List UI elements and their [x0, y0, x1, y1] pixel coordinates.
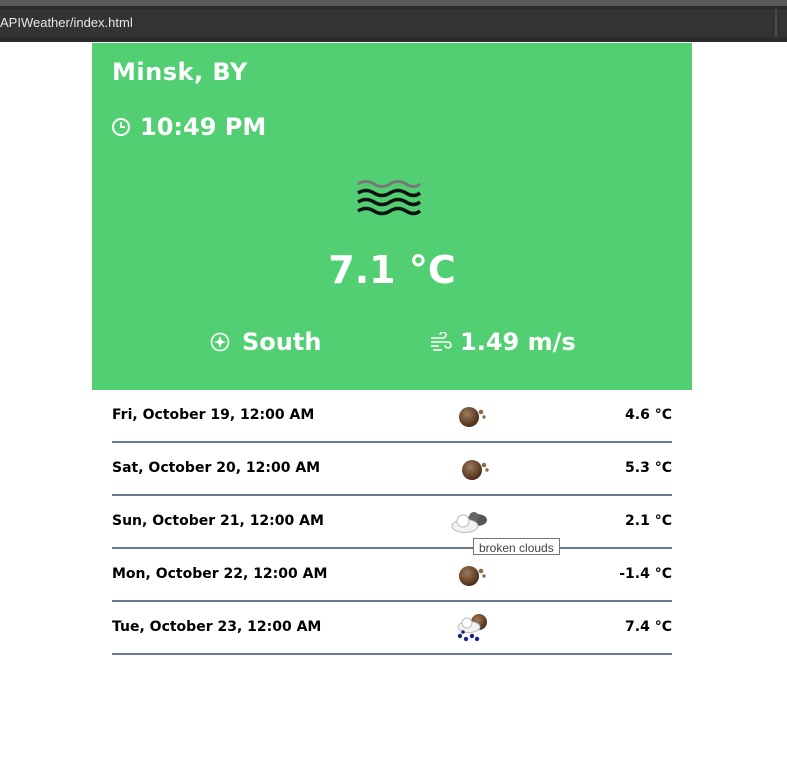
overcast-night-icon[interactable] [450, 400, 492, 430]
forecast-row: Tue, October 23, 12:00 AM 7.4 °C [112, 602, 672, 655]
compass-icon [210, 332, 230, 352]
forecast-row: Mon, October 22, 12:00 AM -1.4 °C [112, 549, 672, 602]
current-weather-panel: Minsk, BY 10:49 PM 7.1 °C South 1.49 m/s [92, 43, 692, 390]
local-time: 10:49 PM [112, 113, 266, 141]
icon-tooltip: broken clouds [473, 538, 560, 555]
forecast-temp: 7.4 °C [625, 619, 672, 635]
forecast-temp: 2.1 °C [625, 513, 672, 529]
forecast-temp: -1.4 °C [619, 566, 672, 582]
forecast-date: Sun, October 21, 12:00 AM [112, 513, 324, 529]
forecast-row: Fri, October 19, 12:00 AM 4.6 °C [112, 390, 672, 443]
forecast-date: Sat, October 20, 12:00 AM [112, 460, 321, 476]
overcast-night-icon[interactable] [453, 453, 495, 483]
browser-tab-strip [0, 0, 787, 6]
wind-speed: 1.49 m/s [430, 328, 576, 356]
time-value: 10:49 PM [140, 113, 267, 141]
forecast-temp: 5.3 °C [625, 460, 672, 476]
forecast-date: Mon, October 22, 12:00 AM [112, 566, 328, 582]
broken-clouds-icon[interactable] [450, 506, 492, 536]
address-bar-edge [775, 9, 777, 37]
wind-direction-value: South [242, 328, 322, 356]
address-bar-url[interactable]: APIWeather/index.html [0, 15, 133, 30]
forecast-row: Sun, October 21, 12:00 AM 2.1 °C [112, 496, 672, 549]
forecast-list: Fri, October 19, 12:00 AM 4.6 °C Sat, Oc… [112, 390, 672, 655]
overcast-night-icon[interactable] [450, 559, 492, 589]
wind-direction: South [210, 328, 321, 356]
forecast-date: Fri, October 19, 12:00 AM [112, 407, 315, 423]
rain-night-icon[interactable] [450, 612, 492, 642]
city-name: Minsk, BY [112, 58, 248, 86]
forecast-row: Sat, October 20, 12:00 AM 5.3 °C [112, 443, 672, 496]
current-temperature: 7.1 °C [328, 248, 456, 292]
forecast-date: Tue, October 23, 12:00 AM [112, 619, 322, 635]
mist-icon [357, 180, 422, 216]
forecast-temp: 4.6 °C [625, 407, 672, 423]
wind-speed-value: 1.49 m/s [460, 328, 576, 356]
browser-toolbar: APIWeather/index.html [0, 0, 787, 42]
wind-icon [431, 332, 452, 351]
clock-icon [112, 118, 130, 136]
